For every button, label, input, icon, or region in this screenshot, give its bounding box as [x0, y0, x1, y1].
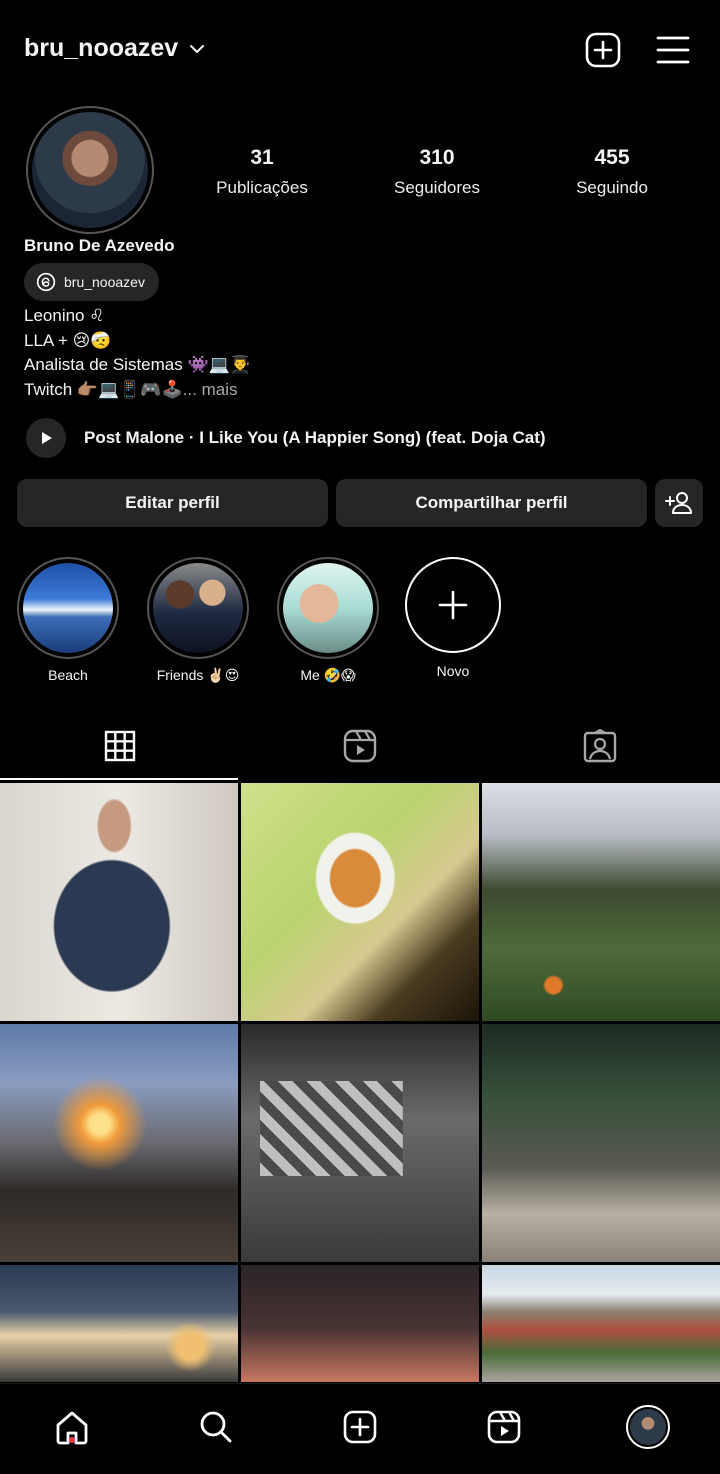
chevron-down-icon	[190, 44, 205, 53]
post-thumbnail[interactable]	[241, 1265, 479, 1382]
bio-line: Analista de Sistemas 👾💻👨‍🎓	[24, 355, 251, 374]
bio-line: LLA + 😢🤕	[24, 330, 112, 350]
post-thumbnail[interactable]	[0, 783, 238, 1021]
nav-profile[interactable]	[618, 1394, 678, 1460]
followers-count: 310	[419, 146, 455, 169]
nav-home[interactable]	[42, 1394, 102, 1460]
search-icon	[200, 1411, 232, 1443]
post-thumbnail[interactable]	[0, 1024, 238, 1262]
post-thumbnail[interactable]	[482, 783, 720, 1021]
highlight-me[interactable]: Me 🤣😱	[276, 557, 380, 684]
share-profile-button[interactable]: Compartilhar perfil	[336, 479, 647, 527]
bio: Leonino ♌ LLA + 😢🤕 Analista de Sistemas …	[24, 304, 251, 402]
posts-count: 31	[250, 146, 274, 169]
music-track: Post Malone · I Like You (A Happier Song…	[84, 428, 546, 447]
profile-tabs	[0, 712, 720, 780]
menu-button[interactable]	[653, 30, 693, 70]
post-thumbnail[interactable]	[0, 1265, 238, 1382]
reels-icon	[343, 729, 377, 763]
bio-more-link[interactable]: ... mais	[183, 380, 238, 399]
followers-stat[interactable]: 310 Seguidores	[367, 146, 507, 198]
create-icon	[343, 1410, 377, 1444]
post-thumbnail[interactable]	[241, 1024, 479, 1262]
nav-create[interactable]	[330, 1394, 390, 1460]
add-person-icon	[665, 492, 692, 514]
profile-music[interactable]: Post Malone · I Like You (A Happier Song…	[26, 418, 546, 458]
profile-avatar	[626, 1405, 670, 1449]
reels-icon	[487, 1410, 521, 1444]
post-thumbnail[interactable]	[482, 1265, 720, 1382]
posts-stat[interactable]: 31 Publicações	[192, 146, 332, 198]
highlight-label: Beach	[48, 667, 88, 683]
bio-line: Leonino ♌	[24, 306, 105, 325]
posts-label: Publicações	[216, 178, 308, 197]
following-count: 455	[594, 146, 630, 169]
post-thumbnail[interactable]	[482, 1024, 720, 1262]
tab-tagged[interactable]	[480, 712, 720, 780]
menu-icon	[656, 36, 690, 64]
threads-icon	[36, 272, 56, 292]
new-highlight-button[interactable]: Novo	[401, 557, 505, 679]
profile-avatar[interactable]	[26, 106, 154, 234]
account-switcher[interactable]: bru_nooazev	[24, 34, 206, 63]
play-icon	[42, 432, 52, 444]
followers-label: Seguidores	[393, 178, 480, 197]
bottom-navigation	[0, 1383, 720, 1474]
threads-handle: bru_nooazev	[64, 274, 145, 290]
full-name: Bruno De Azevedo	[24, 236, 175, 255]
notification-dot	[69, 1437, 75, 1443]
bio-line: Twitch 👉🏽💻📱🎮🕹️	[24, 379, 183, 399]
posts-grid	[0, 783, 720, 1382]
username: bru_nooazev	[24, 34, 179, 62]
active-tab-indicator	[0, 778, 238, 780]
discover-people-button[interactable]	[655, 479, 703, 527]
tab-reels[interactable]	[240, 712, 480, 780]
nav-reels[interactable]	[474, 1394, 534, 1460]
highlight-friends[interactable]: Friends ✌🏻😍	[146, 557, 250, 684]
following-stat[interactable]: 455 Seguindo	[542, 146, 682, 198]
highlight-beach[interactable]: Beach	[16, 557, 120, 683]
tab-posts-grid[interactable]	[0, 712, 240, 780]
highlight-label: Me 🤣😱	[300, 667, 356, 683]
post-thumbnail[interactable]	[241, 783, 479, 1021]
following-label: Seguindo	[576, 178, 648, 197]
add-post-button[interactable]	[583, 30, 623, 70]
plus-icon	[438, 590, 468, 620]
top-bar: bru_nooazev	[0, 0, 720, 100]
play-button[interactable]	[26, 418, 66, 458]
grid-icon	[104, 730, 136, 762]
edit-profile-button[interactable]: Editar perfil	[17, 479, 328, 527]
threads-link[interactable]: bru_nooazev	[24, 263, 159, 301]
highlight-label: Friends ✌🏻😍	[156, 667, 240, 683]
nav-search[interactable]	[186, 1394, 246, 1460]
highlight-label: Novo	[436, 663, 470, 679]
add-post-icon	[585, 32, 621, 68]
tagged-icon	[583, 729, 617, 763]
